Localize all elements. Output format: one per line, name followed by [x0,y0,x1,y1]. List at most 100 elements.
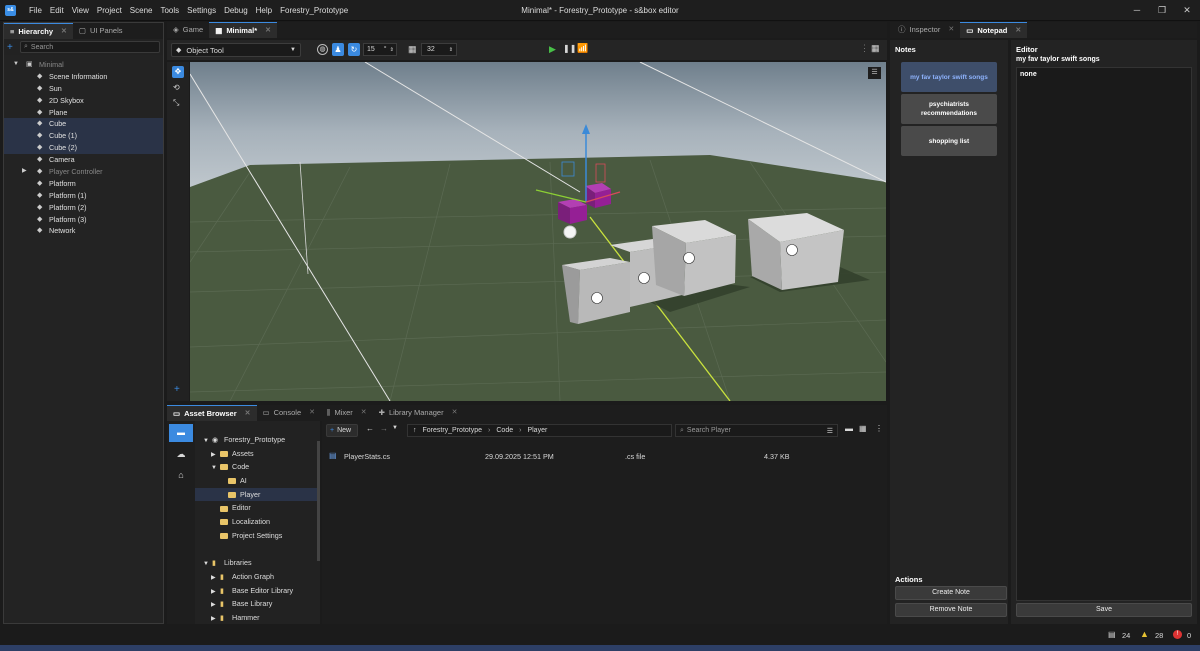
scene-root[interactable]: ▼ ▣ Minimal [4,59,163,71]
hierarchy-search-input[interactable]: ⌕ Search [20,41,160,53]
hierarchy-item[interactable]: ◆ 2D Skybox [4,95,163,107]
hierarchy-item[interactable]: ◆ Platform (3) [4,214,163,226]
spinner-icon[interactable]: ⇕ [449,47,453,53]
add-tool-icon[interactable]: + [174,384,180,395]
hierarchy-item[interactable]: ◆ Platform (1) [4,190,163,202]
expand-caret-icon[interactable]: ▶ [22,166,27,178]
tab-game[interactable]: ◈ Game [167,22,209,38]
spinner-icon[interactable]: ⇕ [390,47,394,53]
message-icon[interactable]: ▤ [1108,630,1116,639]
file-row[interactable]: ▤ PlayerStats.cs 29.09.2025 12:51 PM .cs fi… [322,451,887,465]
tree-item[interactable]: ▶ ▮ Base Library [195,597,320,611]
maximize-button[interactable]: ❐ [1151,0,1173,21]
tab-minimal[interactable]: ▦ Minimal* ✕ [209,22,278,39]
hierarchy-item[interactable]: ◆ Platform (2) [4,202,163,214]
close-tab-icon[interactable]: ✕ [948,22,954,38]
expand-caret-icon[interactable]: ▼ [13,59,19,71]
tree-item[interactable]: ▼ ◉ Forestry_Prototype [195,433,320,447]
error-icon[interactable]: ! [1173,630,1182,639]
library-icon[interactable]: ⌂ [169,467,193,483]
tree-item[interactable]: ▶ ▮ Hammer [195,611,320,625]
history-chevron-icon[interactable]: ▼ [392,425,398,431]
hierarchy-item[interactable]: ◆ Network [4,225,163,237]
tree-item[interactable]: Localization [195,515,320,529]
hierarchy-item[interactable]: ◆ Cube (2) [4,142,163,155]
create-note-button[interactable]: Create Note [895,586,1007,600]
network-icon[interactable]: 📶 [577,43,588,54]
menu-item[interactable]: Edit [46,0,68,21]
note-body-textarea[interactable]: none [1016,67,1192,601]
new-asset-button[interactable]: + New [326,424,358,437]
tab-console[interactable]: ▭ Console ✕ [257,405,322,421]
filter-icon[interactable]: ☰ [827,427,833,435]
save-button[interactable]: Save [1016,603,1192,617]
tree-item[interactable]: ▼ ▮ Libraries [195,556,320,570]
globe-icon[interactable]: ◍ [317,44,328,55]
hierarchy-item[interactable]: ◆ Camera [4,154,163,166]
play-icon[interactable]: ▶ [549,44,556,55]
tab-notepad[interactable]: ▭ Notepad ✕ [960,22,1028,39]
local-folder-icon[interactable]: ▬ [169,424,193,442]
scale-tool-icon[interactable]: ⤡ [173,98,179,108]
menu-item[interactable]: Project [93,0,126,21]
layout-icon[interactable]: ▦ [871,43,880,54]
menu-item[interactable]: Debug [220,0,252,21]
grid-size-field[interactable]: 32 ⇕ [421,43,457,56]
note-title[interactable]: my fav taylor swift songs [1016,56,1100,63]
back-arrow-icon[interactable]: ← [366,424,374,433]
close-tab-icon[interactable]: ✕ [309,405,315,421]
tree-item[interactable]: Editor [195,501,320,515]
tab-inspector[interactable]: ⓘ Inspector ✕ [892,22,960,38]
tab-library-manager[interactable]: ✚ Library Manager ✕ [373,405,464,421]
close-tab-icon[interactable]: ✕ [452,405,458,421]
folder-view-icon[interactable]: ▬ [845,424,853,433]
hierarchy-item[interactable]: ▶ ◆ Player Controller [4,166,163,178]
breadcrumb-item[interactable]: Code [496,427,513,434]
minimize-button[interactable]: ─ [1126,0,1148,21]
hierarchy-item[interactable]: ◆ Plane [4,107,163,119]
tab-mixer[interactable]: ⫼ Mixer ✕ [321,405,373,421]
close-tab-icon[interactable]: ✕ [265,23,271,39]
asset-search-input[interactable]: ⌕ Search Player ☰ [675,424,838,437]
rotation-snap-field[interactable]: 15 ° ⇕ [363,43,397,56]
warning-icon[interactable]: ▲ [1140,629,1149,639]
tool-dropdown[interactable]: ◆ Object Tool ▼ [171,43,301,57]
close-tab-icon[interactable]: ✕ [61,24,67,40]
rotate-tool-icon[interactable]: ⟲ [173,83,180,92]
hierarchy-item[interactable]: ◆ Platform [4,178,163,190]
note-item[interactable]: psychiatrists recommendations [901,94,997,124]
close-window-button[interactable]: ✕ [1176,0,1198,21]
more-options-icon[interactable]: ⋮ [875,424,883,433]
menu-item[interactable]: Scene [126,0,157,21]
remove-note-button[interactable]: Remove Note [895,603,1007,617]
tree-item[interactable]: ▶ ▮ Base Editor Library [195,584,320,598]
hierarchy-item[interactable]: ◆ Cube (1) [4,130,163,143]
pause-icon[interactable]: ❚❚ [563,44,576,53]
note-item[interactable]: shopping list [901,126,997,156]
tree-item[interactable]: Player [195,487,320,502]
rotation-snap-icon[interactable]: ↻ [348,43,360,56]
tree-item[interactable]: Project Settings [195,529,320,543]
tree-item[interactable]: AI [195,474,320,488]
cloud-icon[interactable]: ☁ [169,446,193,462]
grid-view-icon[interactable]: ▦ [859,424,867,433]
tree-item[interactable]: ▼ Code [195,460,320,474]
note-item[interactable]: my fav taylor swift songs [901,62,997,92]
up-arrow-icon[interactable]: ↑ [413,427,417,434]
grid-icon[interactable]: ▦ [408,44,417,55]
tree-item[interactable]: ▶ Assets [195,447,320,461]
forward-arrow-icon[interactable]: → [380,424,388,433]
menu-item[interactable]: Settings [183,0,220,21]
tab-asset-browser[interactable]: ▭ Asset Browser ✕ [167,405,257,421]
breadcrumb-item[interactable]: Player [527,427,547,434]
menu-item[interactable]: File [25,0,46,21]
viewport-settings-icon[interactable]: ☰ [868,67,881,79]
hierarchy-item[interactable]: ◆ Cube [4,118,163,131]
menu-item[interactable]: View [68,0,93,21]
local-space-icon[interactable]: ♟ [332,43,344,56]
close-tab-icon[interactable]: ✕ [1015,23,1021,39]
add-object-button[interactable]: + [7,42,17,53]
hierarchy-item[interactable]: ◆ Sun [4,83,163,95]
expand-caret-icon[interactable]: ▶ [211,613,220,627]
tab-ui-panels[interactable]: ▢ UI Panels [73,23,129,39]
